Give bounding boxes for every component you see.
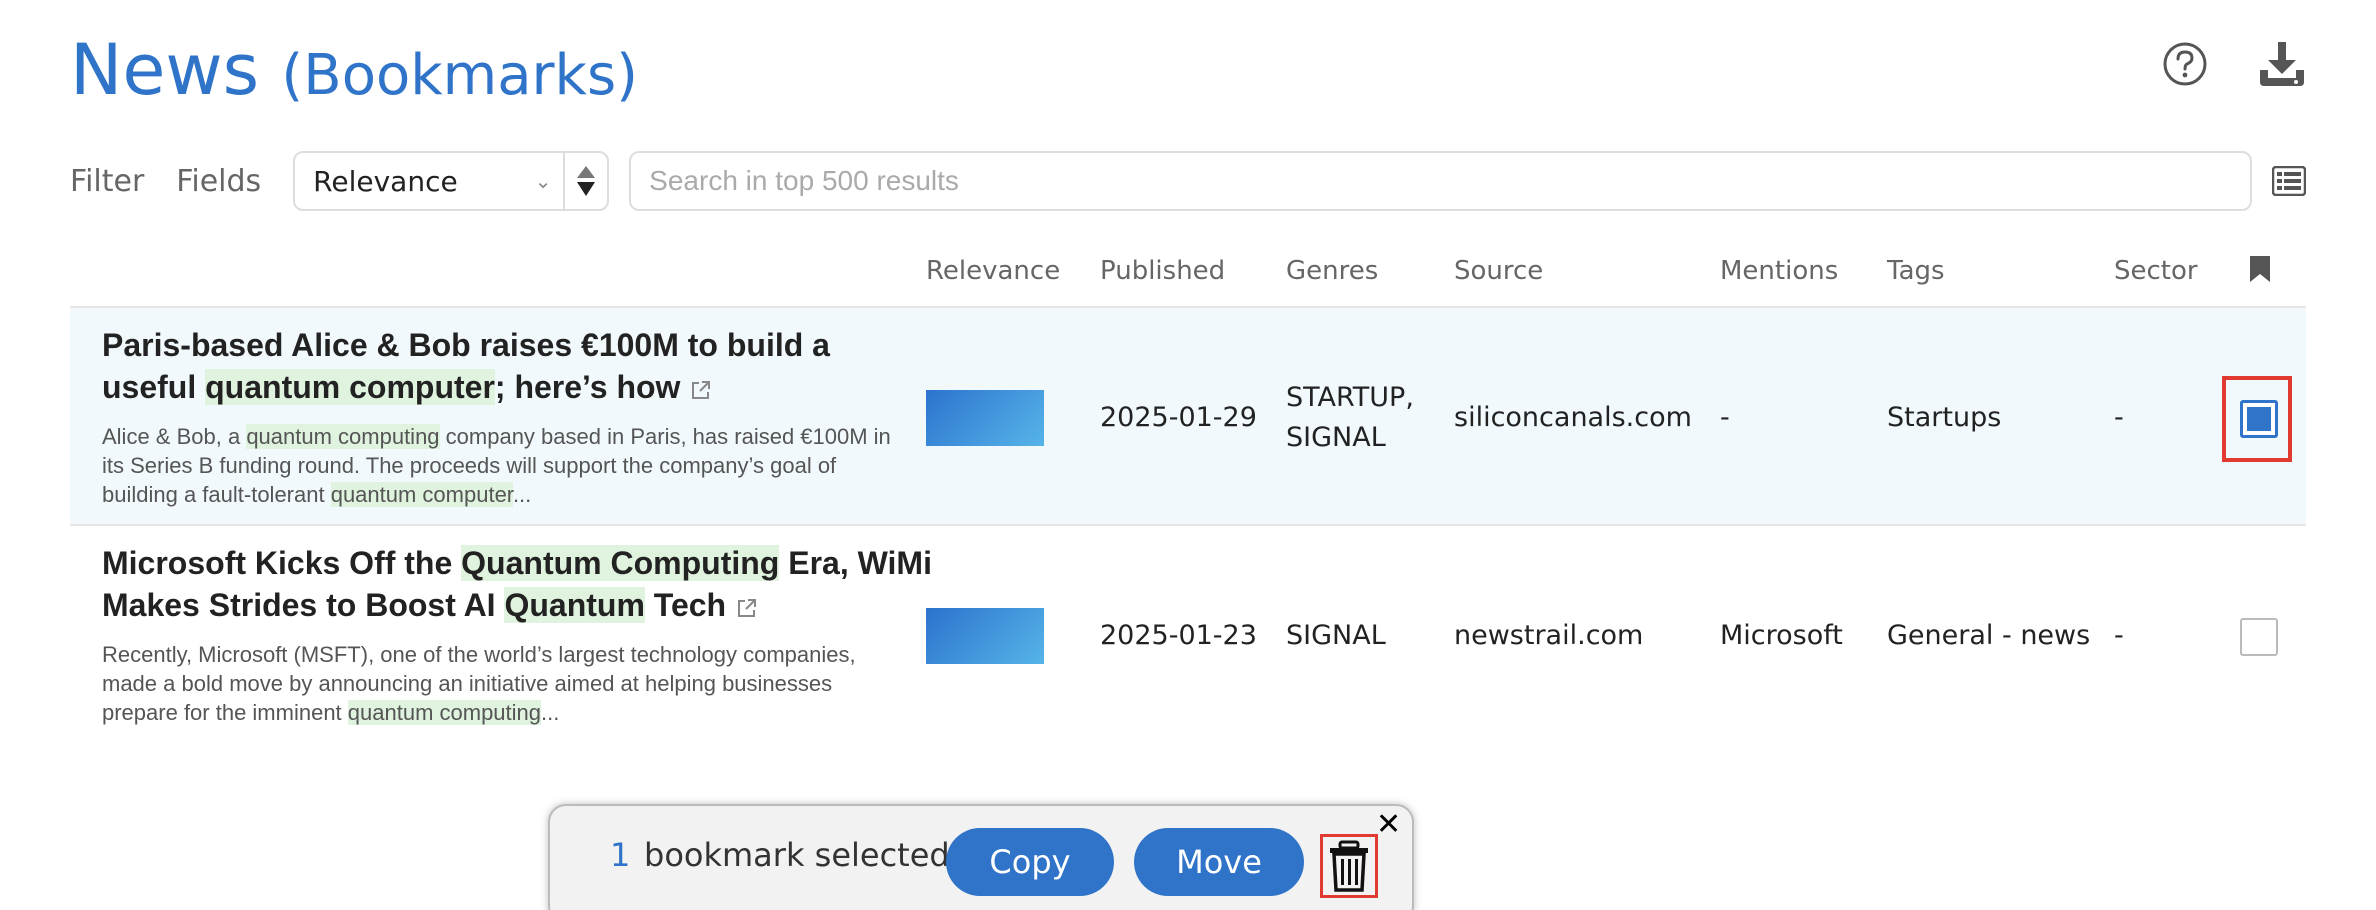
bookmark-checkbox[interactable]: [2240, 618, 2278, 656]
article-title[interactable]: Microsoft Kicks Off the Quantum Computin…: [102, 542, 932, 626]
column-header-sector[interactable]: Sector: [2114, 256, 2198, 286]
column-header-mentions[interactable]: Mentions: [1720, 256, 1838, 286]
search-input[interactable]: [629, 151, 2252, 211]
published-date: 2025-01-23: [1100, 620, 1257, 651]
column-header-source[interactable]: Source: [1454, 256, 1543, 286]
sort-select[interactable]: Relevance ⌄: [293, 151, 610, 211]
close-icon[interactable]: ✕: [1376, 810, 1401, 840]
article-snippet: Alice & Bob, a quantum computing company…: [102, 422, 892, 509]
snippet-highlight: quantum computing: [347, 700, 542, 725]
sector: -: [2114, 620, 2124, 651]
title-text: Microsoft Kicks Off the: [102, 545, 462, 581]
trash-icon[interactable]: [1320, 834, 1378, 898]
sort-order-arrows: [577, 166, 596, 196]
selected-text: bookmark selected: [644, 836, 950, 874]
snippet-text: ...: [541, 700, 560, 725]
top-icons: [2162, 40, 2306, 88]
page-title: News (Bookmarks): [70, 26, 638, 120]
page-title-subtitle: (Bookmarks): [281, 43, 638, 108]
sort-select-value: Relevance: [313, 164, 458, 198]
mentions: Microsoft: [1720, 620, 1843, 651]
article-snippet: Recently, Microsoft (MSFT), one of the w…: [102, 640, 892, 727]
column-header-tags[interactable]: Tags: [1887, 256, 1945, 286]
column-header-published[interactable]: Published: [1100, 256, 1225, 286]
table-row: Paris-based Alice & Bob raises €100M to …: [70, 308, 2306, 526]
snippet-text: Alice & Bob, a: [102, 424, 247, 449]
external-link-icon[interactable]: [736, 597, 758, 619]
title-text: Tech: [644, 587, 727, 623]
annotation-box: [2222, 376, 2292, 462]
published-date: 2025-01-29: [1100, 402, 1257, 433]
tags: Startups: [1887, 402, 2002, 433]
bookmark-icon: [2250, 256, 2270, 282]
genre-item: STARTUP,: [1286, 382, 1414, 413]
selection-action-bar: 1 bookmark selected Copy Move ✕: [548, 804, 1414, 910]
table-row: Microsoft Kicks Off the Quantum Computin…: [70, 526, 2306, 744]
column-header-relevance[interactable]: Relevance: [926, 256, 1060, 286]
source: newstrail.com: [1454, 620, 1644, 651]
fields-link[interactable]: Fields: [176, 164, 261, 199]
relevance-bar: [926, 390, 1044, 446]
title-highlight: Quantum: [504, 587, 645, 623]
snippet-highlight: quantum computer: [330, 482, 513, 507]
title-highlight: Quantum Computing: [461, 545, 780, 581]
table-header: Relevance Published Genres Source Mentio…: [70, 248, 2306, 308]
sector: -: [2114, 402, 2124, 433]
external-link-icon[interactable]: [690, 379, 712, 401]
source: siliconcanals.com: [1454, 402, 1692, 433]
help-icon[interactable]: [2162, 41, 2208, 87]
tags: General - news: [1887, 620, 2091, 651]
title-text: ; here’s how: [494, 369, 681, 405]
download-icon[interactable]: [2258, 40, 2306, 88]
sort-order-icon[interactable]: [563, 153, 607, 209]
move-button[interactable]: Move: [1134, 828, 1304, 896]
article-title[interactable]: Paris-based Alice & Bob raises €100M to …: [102, 324, 932, 408]
mentions: -: [1720, 402, 1730, 433]
column-header-genres[interactable]: Genres: [1286, 256, 1378, 286]
toolbar: Filter Fields Relevance ⌄: [70, 150, 2306, 212]
chevron-down-icon: ⌄: [534, 169, 552, 193]
genre-item: SIGNAL: [1286, 422, 1386, 453]
snippet-highlight: quantum computing: [246, 424, 440, 449]
genres: STARTUP, SIGNAL: [1286, 378, 1414, 458]
filter-link[interactable]: Filter: [70, 164, 144, 199]
relevance-bar: [926, 608, 1044, 664]
snippet-text: ...: [512, 482, 532, 507]
genres: SIGNAL: [1286, 620, 1386, 651]
copy-button[interactable]: Copy: [946, 828, 1114, 896]
page-title-main: News: [70, 29, 260, 111]
selected-count: 1: [610, 836, 631, 874]
list-view-icon[interactable]: [2272, 166, 2306, 196]
title-highlight: quantum computer: [205, 369, 495, 405]
